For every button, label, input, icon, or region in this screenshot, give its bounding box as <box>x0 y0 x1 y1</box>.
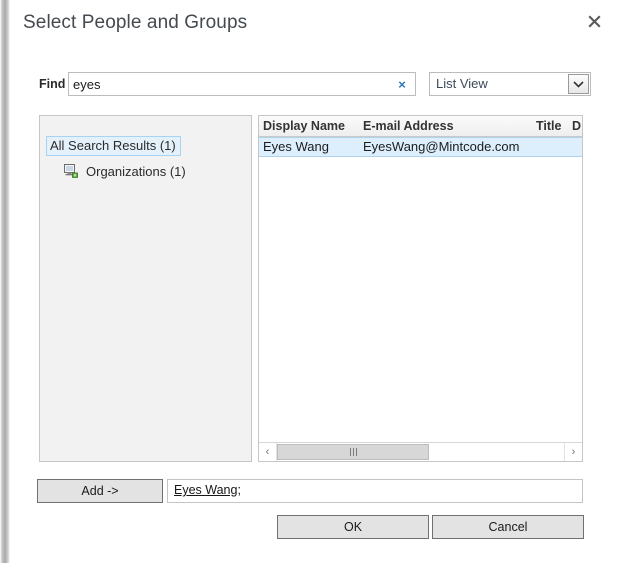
sidebar-item-label: Organizations (1) <box>86 163 186 179</box>
select-people-and-groups-dialog: Select People and Groups Find × List Vie… <box>0 0 618 563</box>
scrollbar-thumb[interactable] <box>277 444 429 460</box>
scroll-right-icon[interactable]: › <box>565 443 582 461</box>
window-left-edge <box>0 0 10 563</box>
page-title: Select People and Groups <box>23 12 248 33</box>
organizations-icon <box>63 163 81 179</box>
column-header-title[interactable]: Title <box>536 119 561 133</box>
scrollbar-grip-line <box>355 448 357 456</box>
resolved-recipient[interactable]: Eyes Wang <box>174 483 237 497</box>
scrollbar-grip-line <box>349 448 351 456</box>
chevron-down-icon[interactable] <box>568 74 589 94</box>
results-column-headers: Display Name E-mail Address Title D <box>259 116 582 137</box>
search-input[interactable] <box>73 73 383 95</box>
column-header-display-name[interactable]: Display Name <box>263 119 345 133</box>
cell-display-name: Eyes Wang <box>263 139 329 154</box>
results-horizontal-scrollbar[interactable]: ‹ › <box>259 442 582 461</box>
view-mode-select-value: List View <box>436 76 488 91</box>
scrollbar-grip-line <box>352 448 354 456</box>
search-results-list: Display Name E-mail Address Title D Eyes… <box>258 115 583 462</box>
scrollbar-track[interactable] <box>276 443 565 461</box>
search-input-wrapper[interactable]: × <box>68 72 416 96</box>
add-button[interactable]: Add -> <box>37 479 163 503</box>
dialog-title-bar: Select People and Groups <box>10 0 618 52</box>
column-header-department[interactable]: D <box>572 119 581 133</box>
sidebar-item-all-search-results[interactable]: All Search Results (1) <box>46 136 181 156</box>
column-header-email-address[interactable]: E-mail Address <box>363 119 454 133</box>
clear-search-icon[interactable]: × <box>394 76 410 92</box>
find-label: Find <box>39 77 66 91</box>
find-row: Find × List View <box>10 72 608 98</box>
recipient-separator: ; <box>237 483 241 497</box>
selected-people-field[interactable]: Eyes Wang; <box>167 479 583 503</box>
search-scope-tree: All Search Results (1) Organizations (1) <box>39 115 252 462</box>
table-row[interactable]: Eyes Wang EyesWang@Mintcode.com <box>259 137 582 157</box>
cell-email-address: EyesWang@Mintcode.com <box>363 139 520 154</box>
view-mode-select[interactable]: List View <box>429 72 591 96</box>
sidebar-item-organizations[interactable]: Organizations (1) <box>60 162 189 180</box>
scroll-left-icon[interactable]: ‹ <box>259 443 276 461</box>
selected-people-value: Eyes Wang; <box>174 483 241 497</box>
sidebar-item-label: All Search Results (1) <box>50 138 176 153</box>
ok-button[interactable]: OK <box>277 515 429 539</box>
cancel-button[interactable]: Cancel <box>432 515 584 539</box>
close-icon[interactable] <box>581 8 607 34</box>
